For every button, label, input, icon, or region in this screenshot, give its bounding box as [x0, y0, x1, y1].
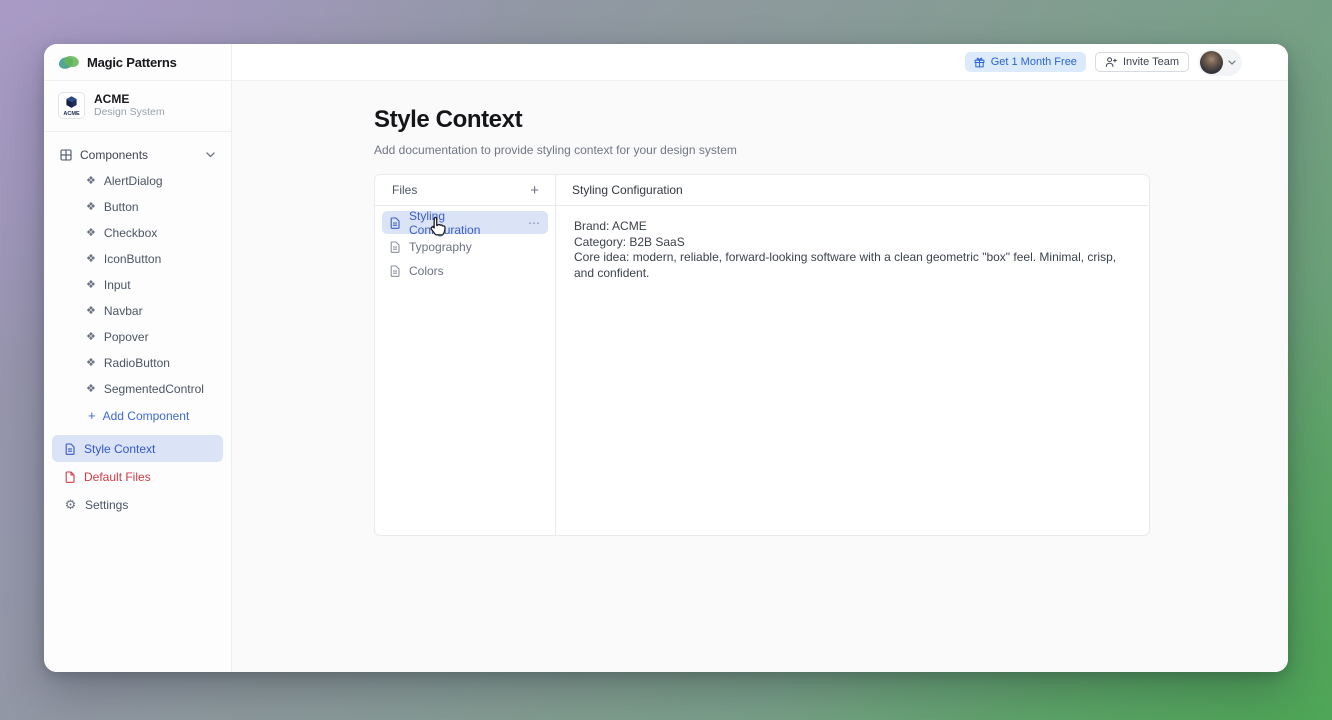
- component-label: Button: [104, 200, 139, 214]
- component-icon: ❖: [86, 332, 96, 343]
- promo-label: Get 1 Month Free: [991, 56, 1077, 68]
- style-context-label: Style Context: [84, 442, 155, 456]
- file-detail-column: Styling Configuration Brand: ACME Catego…: [556, 175, 1149, 535]
- component-icon: ❖: [86, 176, 96, 187]
- sidebar-item-alertdialog[interactable]: ❖ AlertDialog: [52, 168, 223, 194]
- sidebar-item-iconbutton[interactable]: ❖ IconButton: [52, 246, 223, 272]
- file-label: Styling Configuration: [409, 209, 512, 237]
- document-icon: [64, 443, 76, 455]
- file-icon: [64, 471, 76, 483]
- sidebar: Magic Patterns ACME ACME Design System C…: [44, 44, 232, 672]
- app-window: Magic Patterns ACME ACME Design System C…: [44, 44, 1288, 672]
- sidebar-item-default-files[interactable]: Default Files: [52, 463, 223, 490]
- chevron-down-icon: [1228, 60, 1236, 65]
- get-month-free-button[interactable]: Get 1 Month Free: [965, 52, 1086, 72]
- sidebar-item-checkbox[interactable]: ❖ Checkbox: [52, 220, 223, 246]
- component-icon: ❖: [86, 306, 96, 317]
- component-label: Checkbox: [104, 226, 157, 240]
- detail-line: Category: B2B SaaS: [574, 235, 1131, 251]
- sidebar-item-popover[interactable]: ❖ Popover: [52, 324, 223, 350]
- component-icon: ❖: [86, 384, 96, 395]
- page-subtitle: Add documentation to provide styling con…: [374, 143, 1288, 157]
- component-icon: ❖: [86, 254, 96, 265]
- file-options-icon[interactable]: ⋯: [528, 216, 541, 230]
- workspace-switcher[interactable]: ACME ACME Design System: [44, 81, 231, 132]
- workspace-name: ACME: [94, 92, 165, 106]
- files-title: Files: [392, 183, 526, 197]
- svg-text:ACME: ACME: [63, 111, 80, 117]
- page-title: Style Context: [374, 106, 1288, 134]
- workspace-subtitle: Design System: [94, 106, 165, 119]
- file-item-typography[interactable]: Typography: [382, 235, 548, 258]
- document-icon: [389, 241, 401, 253]
- detail-line: Core idea: modern, reliable, forward-loo…: [574, 250, 1131, 281]
- detail-body[interactable]: Brand: ACME Category: B2B SaaS Core idea…: [556, 206, 1149, 294]
- component-label: RadioButton: [104, 356, 170, 370]
- chevron-down-icon: [206, 152, 215, 158]
- gift-icon: [974, 57, 985, 68]
- components-label: Components: [80, 148, 148, 162]
- document-icon: [389, 265, 401, 277]
- component-icon: ❖: [86, 202, 96, 213]
- files-header: Files +: [375, 175, 555, 206]
- component-label: Popover: [104, 330, 149, 344]
- workspace-avatar: ACME: [58, 92, 85, 119]
- detail-header: Styling Configuration: [556, 175, 1149, 206]
- grid-icon: [60, 149, 72, 161]
- account-menu[interactable]: [1198, 49, 1242, 76]
- file-label: Colors: [409, 264, 444, 278]
- workspace-info: ACME Design System: [94, 92, 165, 119]
- sidebar-item-radiobutton[interactable]: ❖ RadioButton: [52, 350, 223, 376]
- add-component-label: Add Component: [103, 409, 190, 423]
- topbar: Get 1 Month Free Invite Team: [232, 44, 1288, 81]
- file-list: Styling Configuration ⋯ Typography: [375, 206, 555, 288]
- add-component-button[interactable]: + Add Component: [52, 402, 223, 429]
- sidebar-nav: Components ❖ AlertDialog ❖ Button ❖ Checkbo…: [44, 132, 231, 519]
- file-label: Typography: [409, 240, 472, 254]
- sidebar-item-segmentedcontrol[interactable]: ❖ SegmentedControl: [52, 376, 223, 402]
- component-icon: ❖: [86, 228, 96, 239]
- files-column: Files + Styling Configuration ⋯: [375, 175, 556, 535]
- sidebar-item-input[interactable]: ❖ Input: [52, 272, 223, 298]
- component-label: IconButton: [104, 252, 161, 266]
- main-column: Get 1 Month Free Invite Team Style Conte…: [232, 44, 1288, 672]
- sidebar-item-navbar[interactable]: ❖ Navbar: [52, 298, 223, 324]
- gear-icon: ⚙: [64, 498, 77, 511]
- user-avatar: [1200, 51, 1223, 74]
- component-label: Navbar: [104, 304, 143, 318]
- file-item-colors[interactable]: Colors: [382, 259, 548, 282]
- main-content: Style Context Add documentation to provi…: [232, 81, 1288, 672]
- component-icon: ❖: [86, 280, 96, 291]
- add-file-button[interactable]: +: [526, 181, 543, 200]
- component-icon: ❖: [86, 358, 96, 369]
- component-label: AlertDialog: [104, 174, 163, 188]
- user-plus-icon: [1105, 56, 1117, 68]
- sidebar-item-button[interactable]: ❖ Button: [52, 194, 223, 220]
- brand-name: Magic Patterns: [87, 55, 177, 70]
- invite-label: Invite Team: [1123, 56, 1179, 68]
- document-icon: [389, 217, 401, 229]
- brand-header[interactable]: Magic Patterns: [44, 44, 231, 81]
- detail-line: Brand: ACME: [574, 219, 1131, 235]
- component-label: Input: [104, 278, 131, 292]
- style-context-panel: Files + Styling Configuration ⋯: [374, 174, 1150, 536]
- settings-label: Settings: [85, 498, 128, 512]
- magic-patterns-logo-icon: [58, 54, 80, 71]
- sidebar-section-components[interactable]: Components: [52, 142, 223, 168]
- file-item-styling-configuration[interactable]: Styling Configuration ⋯: [382, 211, 548, 234]
- invite-team-button[interactable]: Invite Team: [1095, 52, 1189, 72]
- sidebar-item-style-context[interactable]: Style Context: [52, 435, 223, 462]
- sidebar-item-settings[interactable]: ⚙ Settings: [52, 491, 223, 518]
- default-files-label: Default Files: [84, 470, 151, 484]
- plus-icon: +: [88, 409, 96, 422]
- component-label: SegmentedControl: [104, 382, 204, 396]
